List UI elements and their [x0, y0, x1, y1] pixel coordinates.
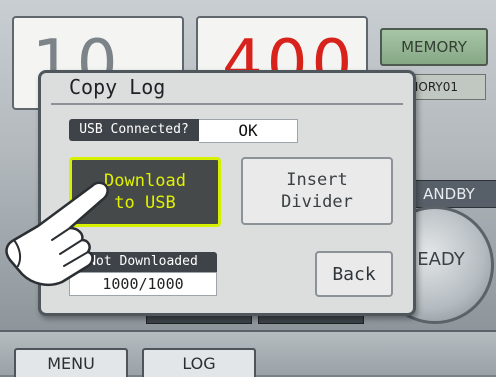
- usb-connected-value: OK: [199, 119, 298, 143]
- dialog-title: Copy Log: [69, 75, 166, 99]
- memory-button[interactable]: MEMORY: [380, 28, 488, 66]
- pointing-hand-icon: [5, 181, 109, 286]
- title-divider: [51, 103, 403, 105]
- bottom-tab-bar: MENU LOG: [0, 330, 496, 377]
- usb-connected-label: USB Connected?: [69, 119, 199, 141]
- back-button[interactable]: Back: [315, 251, 393, 297]
- insert-divider-button[interactable]: Insert Divider: [241, 157, 393, 225]
